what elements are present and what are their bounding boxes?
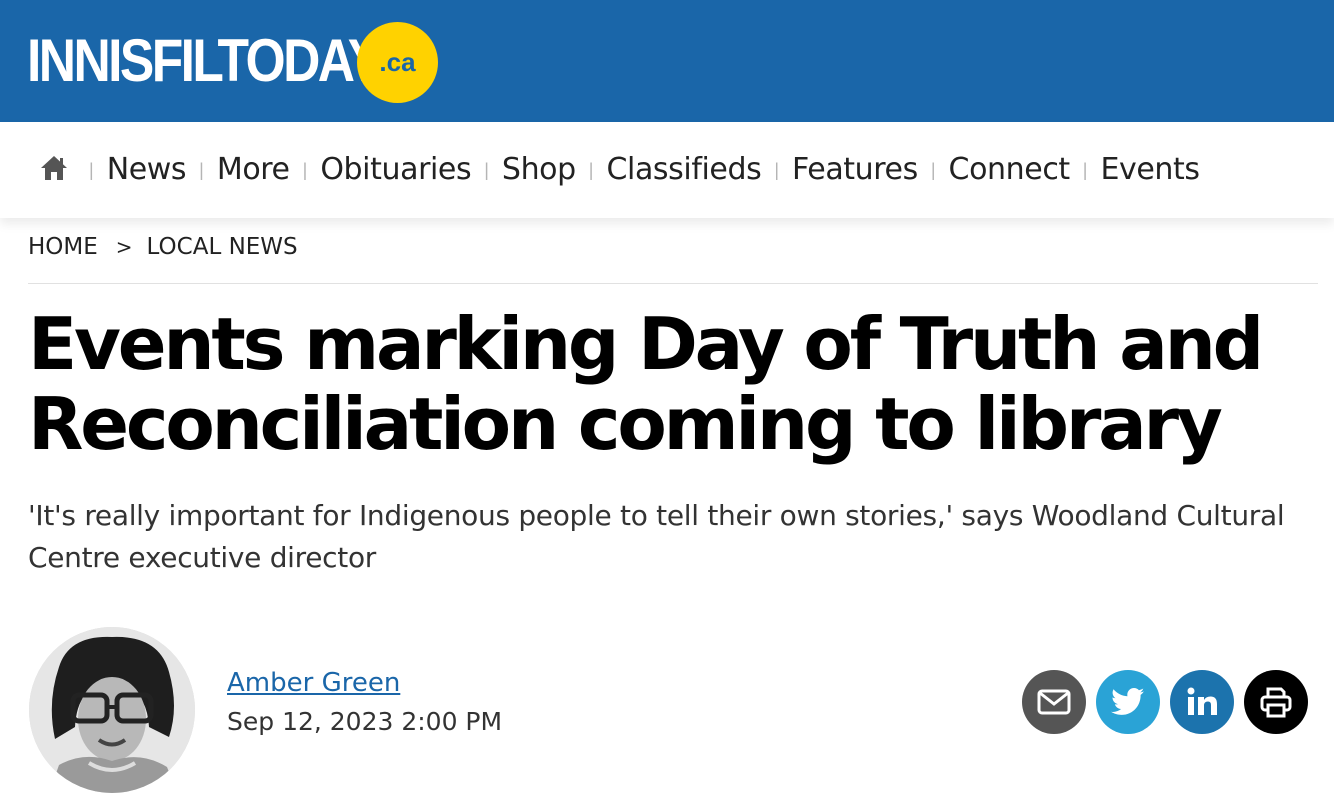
- share-twitter-button[interactable]: [1096, 670, 1160, 734]
- logo-suffix-badge[interactable]: .ca: [357, 22, 438, 103]
- author-link[interactable]: Amber Green: [227, 666, 400, 700]
- nav-item-obituaries[interactable]: Obituaries: [320, 150, 471, 190]
- nav-list: | News | More | Obituaries | Shop | Clas…: [76, 150, 1200, 190]
- article-headline: Events marking Day of Truth and Reconcil…: [28, 302, 1264, 466]
- nav-separator: |: [930, 160, 936, 180]
- breadcrumb-separator: >: [115, 235, 133, 259]
- share-linkedin-button[interactable]: [1170, 670, 1234, 734]
- author-photo: [29, 627, 195, 793]
- divider: [28, 283, 1318, 284]
- share-email-button[interactable]: [1022, 670, 1086, 734]
- twitter-icon: [1111, 688, 1145, 715]
- breadcrumb: HOME > LOCAL NEWS: [28, 232, 298, 262]
- masthead: INNISFILTODAY .ca: [0, 0, 1334, 122]
- article-subhead: 'It's really important for Indigenous pe…: [28, 499, 1285, 574]
- logo-suffix: .ca: [379, 47, 416, 77]
- print-icon: [1260, 687, 1292, 718]
- breadcrumb-home[interactable]: HOME: [28, 234, 98, 260]
- nav-item-shop[interactable]: Shop: [502, 150, 576, 190]
- nav-item-features[interactable]: Features: [792, 150, 918, 190]
- home-icon: [41, 156, 67, 180]
- nav-separator: |: [89, 160, 94, 180]
- linkedin-icon: [1187, 687, 1217, 715]
- breadcrumb-section[interactable]: LOCAL NEWS: [147, 234, 298, 260]
- nav-separator: |: [484, 160, 489, 180]
- nav-separator: |: [774, 160, 780, 180]
- nav-item-events[interactable]: Events: [1100, 150, 1200, 190]
- mail-icon: [1037, 689, 1071, 715]
- share-print-button[interactable]: [1244, 670, 1308, 734]
- publish-date: Sep 12, 2023 2:00 PM: [227, 707, 503, 736]
- nav-separator: |: [199, 160, 204, 180]
- author-avatar[interactable]: [29, 627, 195, 793]
- nav-separator: |: [302, 160, 308, 180]
- nav-item-connect[interactable]: Connect: [949, 150, 1071, 190]
- nav-item-more[interactable]: More: [217, 150, 290, 190]
- main-nav: | News | More | Obituaries | Shop | Clas…: [0, 122, 1334, 218]
- nav-item-classifieds[interactable]: Classifieds: [606, 150, 761, 190]
- home-link[interactable]: [38, 152, 70, 184]
- nav-separator: |: [588, 160, 594, 180]
- site-logo[interactable]: INNISFILTODAY: [27, 26, 382, 96]
- nav-separator: |: [1082, 160, 1088, 180]
- nav-item-news[interactable]: News: [107, 150, 187, 190]
